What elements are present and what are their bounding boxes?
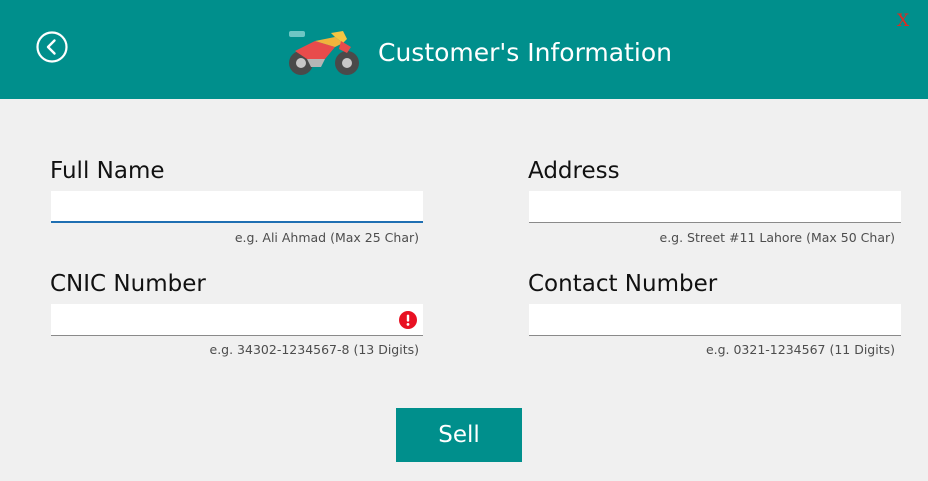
address-label: Address: [528, 158, 620, 184]
error-exclamation-icon: [399, 311, 417, 329]
address-input[interactable]: [529, 191, 901, 223]
cnic-input[interactable]: [51, 304, 423, 336]
full-name-hint: e.g. Ali Ahmad (Max 25 Char): [234, 230, 419, 245]
cnic-hint: e.g. 34302-1234567-8 (13 Digits): [209, 342, 419, 357]
close-button[interactable]: X: [897, 11, 909, 31]
header-bar: Customer's Information X: [0, 0, 928, 99]
full-name-input[interactable]: [51, 191, 423, 223]
motorcycle-logo: [285, 27, 365, 77]
page-title: Customer's Information: [378, 38, 672, 67]
contact-label: Contact Number: [528, 271, 718, 297]
motorcycle-icon: [289, 31, 359, 75]
contact-input[interactable]: [529, 304, 901, 336]
cnic-error-indicator: [399, 311, 417, 329]
back-button[interactable]: [35, 30, 69, 64]
cnic-label: CNIC Number: [50, 271, 206, 297]
full-name-label: Full Name: [50, 158, 165, 184]
contact-hint: e.g. 0321-1234567 (11 Digits): [705, 342, 895, 357]
sell-button[interactable]: Sell: [396, 408, 522, 462]
address-hint: e.g. Street #11 Lahore (Max 50 Char): [659, 230, 895, 245]
back-arrow-circle-icon: [36, 31, 68, 63]
